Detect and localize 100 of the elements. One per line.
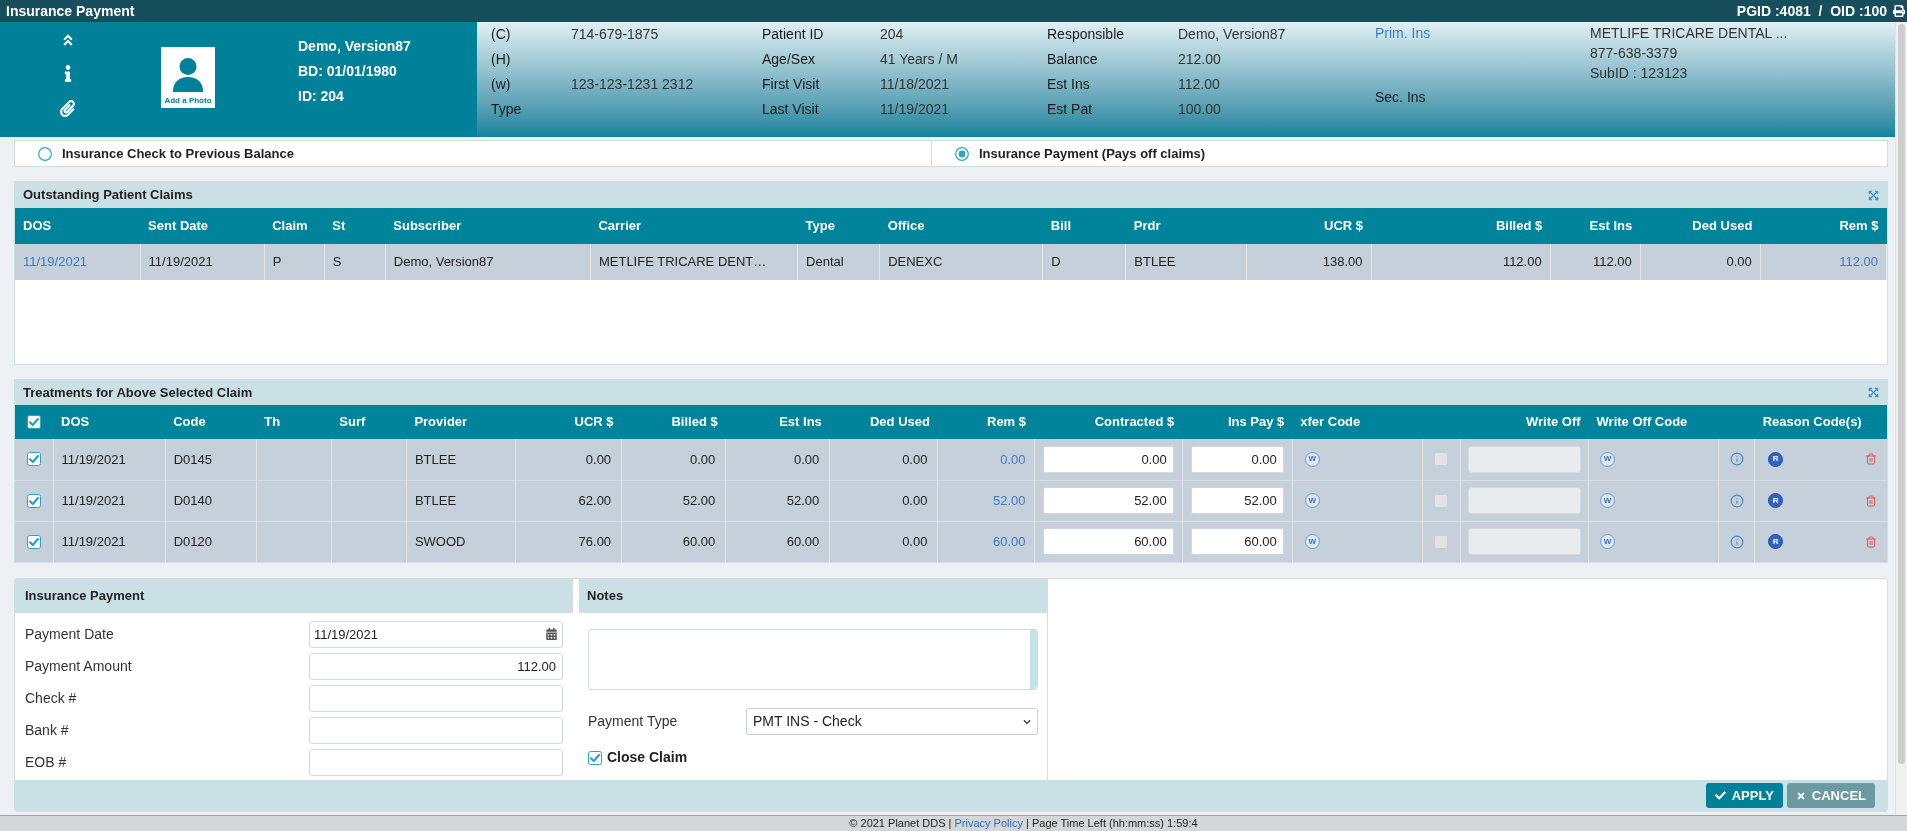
info-icon[interactable] (1729, 493, 1744, 508)
contracted-input[interactable]: 60.00 (1042, 528, 1174, 555)
column-header: Rem $ (1760, 208, 1887, 244)
close-claim-checkbox[interactable] (588, 750, 602, 765)
info-value: 123-123-1231 2312 (571, 75, 695, 94)
info-value: Demo, Version87 (1178, 25, 1287, 44)
trash-icon[interactable] (1865, 453, 1877, 466)
table-cell: 76.00 (515, 521, 622, 562)
scrollbar-track[interactable] (1030, 630, 1037, 689)
ins-pay-input[interactable]: 52.00 (1190, 487, 1284, 514)
panel-title: Notes (587, 587, 624, 606)
row-checkbox[interactable] (26, 452, 41, 467)
info-label: First Visit (762, 75, 821, 94)
reason-code-button[interactable]: R (1768, 493, 1784, 508)
table-cell: 0.00 (829, 480, 938, 521)
insurance-link[interactable]: Prim. Ins (1375, 23, 1590, 43)
write-off-code-button[interactable]: W (1600, 534, 1616, 549)
contracted-input[interactable]: 0.00 (1042, 445, 1174, 473)
date-input[interactable]: 11/19/2021 (308, 621, 563, 648)
info-label: Last Visit (762, 100, 820, 119)
radio-button[interactable] (38, 146, 52, 161)
field-label: Payment Type (588, 712, 679, 731)
paperclip-icon[interactable] (60, 100, 75, 117)
table-cell: 138.00 (1246, 244, 1372, 280)
reason-code-button[interactable]: R (1768, 451, 1784, 467)
column-header: Reason Code(s) (1754, 405, 1887, 439)
table-cell: D (1042, 244, 1126, 280)
privacy-policy-link[interactable]: Privacy Policy (954, 817, 1023, 830)
add-photo-button[interactable]: Add a Photo (161, 47, 215, 108)
birth-date: BD: 01/01/1980 (298, 62, 398, 81)
input-field[interactable]: 112.00 (308, 653, 563, 680)
notes-field[interactable] (588, 629, 1038, 690)
ins-pay-input[interactable]: 60.00 (1190, 528, 1284, 555)
trash-icon[interactable] (1865, 535, 1877, 548)
column-header: Contracted $ (1034, 405, 1183, 439)
checkbox-label[interactable]: Close Claim (607, 747, 688, 768)
info-value: 714-679-1875 (571, 25, 660, 44)
xfer-code-button[interactable]: W (1304, 534, 1320, 549)
field-label: Check # (25, 689, 78, 708)
expand-icon[interactable] (1868, 387, 1879, 398)
info-label: (C) (491, 25, 512, 44)
xfer-code-button[interactable]: W (1304, 493, 1320, 508)
table-cell: 60.00 (725, 521, 830, 562)
expand-icon[interactable] (1868, 189, 1879, 201)
input-field[interactable] (308, 685, 563, 712)
xfer-code-button[interactable]: W (1304, 451, 1320, 467)
patient-id: ID: 204 (298, 87, 345, 106)
table-cell: 11/19/2021 (140, 244, 265, 280)
table-row[interactable]: 11/19/2021 D0120 SWOOD 76.00 60.00 60.00 0.00 60.00 60.00 60.00 W W R (15, 521, 1887, 562)
info-icon[interactable] (1729, 534, 1744, 549)
info-label: Age/Sex (762, 50, 816, 69)
radio-button[interactable] (955, 146, 969, 161)
trash-icon[interactable] (1865, 494, 1877, 507)
info-icon[interactable] (63, 65, 72, 82)
table-cell: Demo, Version87 (385, 244, 591, 280)
column-header: UCR $ (1246, 208, 1372, 244)
info-icon[interactable] (1729, 452, 1744, 467)
info-label: (H) (491, 50, 512, 69)
radio-label[interactable]: Insurance Check to Previous Balance (62, 143, 294, 164)
column-header: Billed $ (1371, 208, 1551, 244)
cancel-button[interactable]: CANCEL (1786, 783, 1875, 808)
contracted-input[interactable]: 52.00 (1042, 487, 1174, 514)
row-checkbox[interactable] (26, 493, 41, 508)
panel-title: Insurance Payment (25, 587, 145, 606)
table-cell: 52.00 (725, 480, 830, 521)
ins-pay-input[interactable]: 0.00 (1190, 445, 1284, 473)
window-title: Insurance Payment (6, 1, 135, 21)
table-cell: 60.00 (621, 521, 726, 562)
reason-code-button[interactable]: R (1768, 534, 1784, 549)
write-off-code-button[interactable]: W (1600, 451, 1616, 467)
table-cell: DENEXC (879, 244, 1043, 280)
input-field[interactable] (308, 717, 563, 744)
table-cell: METLIFE TRICARE DENT… (590, 244, 798, 280)
column-header: Est Ins (1550, 208, 1641, 244)
field-label: EOB # (25, 753, 68, 772)
table-cell: D0140 (165, 480, 257, 521)
input-field[interactable] (308, 749, 563, 776)
scrollbar-thumb[interactable] (1898, 24, 1905, 764)
table-cell: 62.00 (515, 480, 622, 521)
print-icon[interactable] (1893, 5, 1905, 17)
radio-label[interactable]: Insurance Payment (Pays off claims) (979, 143, 1206, 164)
apply-button[interactable]: APPLY (1705, 783, 1783, 808)
vertical-scrollbar[interactable] (1895, 22, 1907, 815)
info-value: 204 (880, 25, 905, 44)
column-header: Th (256, 405, 332, 439)
table-row[interactable]: 11/19/2021 D0145 BTLEE 0.00 0.00 0.00 0.00 0.00 0.00 0.00 W W R (15, 439, 1887, 480)
calendar-icon[interactable] (546, 628, 557, 640)
insurance-detail: 877-638-3379 (1590, 44, 1679, 63)
payment-type-select[interactable]: PMT INS - Check (746, 708, 1038, 735)
column-header: Billed $ (621, 405, 726, 439)
row-checkbox[interactable] (26, 534, 41, 549)
table-cell: S (324, 244, 386, 280)
select-all-checkbox[interactable] (27, 415, 41, 429)
column-header: DOS (53, 405, 166, 439)
write-off-code-button[interactable]: W (1600, 493, 1616, 508)
table-row[interactable]: 11/19/2021 D0140 BTLEE 62.00 52.00 52.00 0.00 52.00 52.00 52.00 W W R (15, 480, 1887, 521)
info-value: 11/19/2021 (880, 100, 951, 119)
column-header: Claim (264, 208, 325, 244)
chevron-down-icon (1023, 717, 1031, 726)
info-value: 11/18/2021 (880, 75, 951, 94)
